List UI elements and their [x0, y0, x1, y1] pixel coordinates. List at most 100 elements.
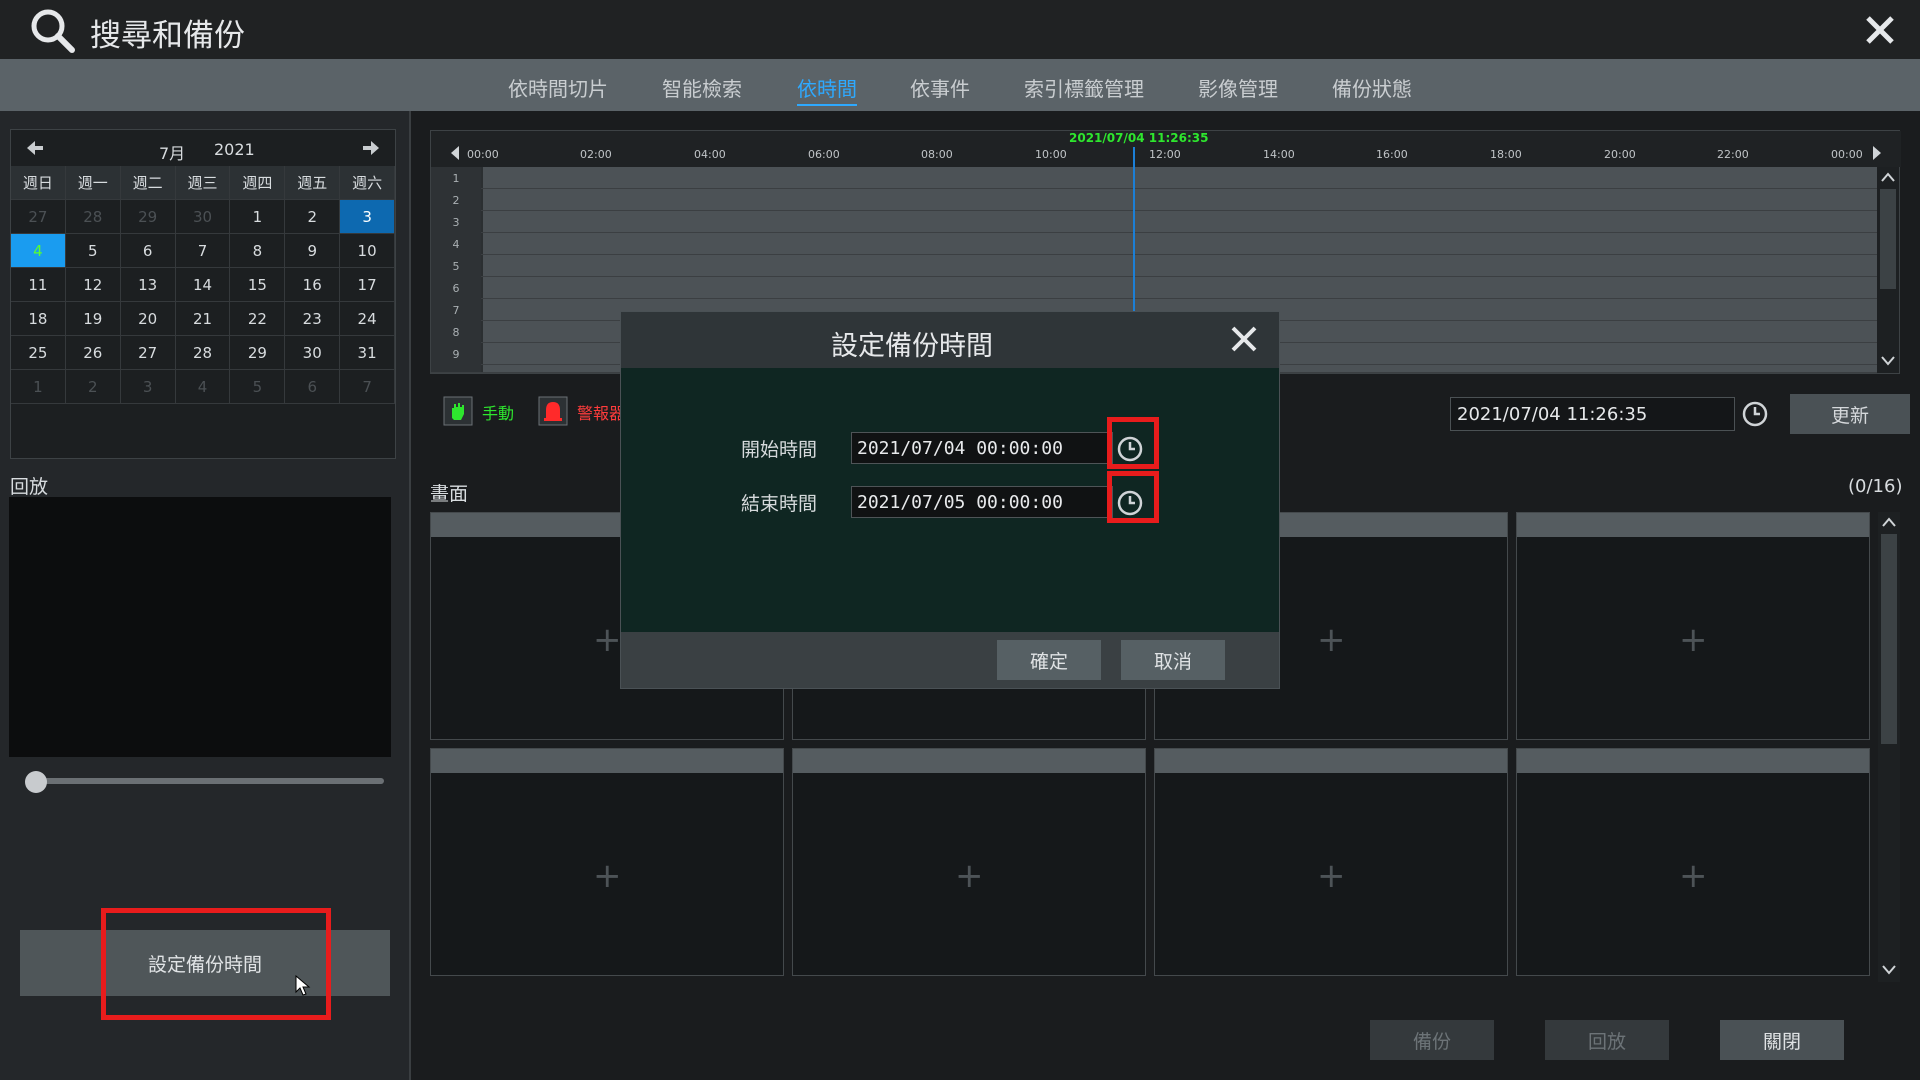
add-icon[interactable]: + [593, 859, 622, 893]
scroll-down-icon[interactable] [1880, 355, 1896, 367]
calendar-day[interactable]: 30 [285, 336, 341, 370]
add-icon[interactable]: + [1679, 623, 1708, 657]
tab-tag-management[interactable]: 索引標籤管理 [1024, 73, 1144, 102]
playback-button[interactable]: 回放 [1545, 1020, 1669, 1060]
clock-icon[interactable] [1740, 399, 1770, 429]
timeline-prev-icon[interactable] [449, 145, 461, 161]
calendar-day[interactable]: 7 [340, 370, 396, 404]
scroll-down-icon[interactable] [1881, 964, 1897, 976]
next-month-icon[interactable] [361, 138, 381, 158]
calendar-day[interactable]: 19 [65, 302, 121, 336]
screen-slot[interactable]: + [792, 748, 1146, 976]
calendar-day[interactable]: 28 [175, 336, 231, 370]
close-button[interactable]: 關閉 [1720, 1020, 1844, 1060]
calendar-day[interactable]: 11 [11, 268, 66, 302]
channel-track[interactable] [483, 189, 1877, 210]
calendar-day[interactable]: 25 [11, 336, 66, 370]
calendar-day[interactable]: 27 [11, 200, 66, 234]
refresh-button[interactable]: 更新 [1790, 394, 1910, 434]
end-time-field[interactable] [851, 486, 1113, 518]
tab-by-event[interactable]: 依事件 [910, 73, 970, 102]
add-icon[interactable]: + [1679, 859, 1708, 893]
calendar-day[interactable]: 2 [285, 200, 341, 234]
calendar-day[interactable]: 27 [120, 336, 176, 370]
calendar-day[interactable]: 28 [65, 200, 121, 234]
alarm-legend-label: 警報器 [577, 404, 626, 423]
playback-slider-handle[interactable] [25, 771, 47, 793]
channel-track[interactable] [483, 167, 1877, 188]
calendar-day[interactable]: 1 [230, 200, 286, 234]
calendar-day[interactable]: 22 [230, 302, 286, 336]
calendar-day[interactable]: 1 [11, 370, 66, 404]
calendar-day[interactable]: 9 [285, 234, 341, 268]
screen-slot[interactable]: + [1154, 748, 1508, 976]
start-time-field[interactable] [851, 432, 1113, 464]
calendar-day[interactable]: 6 [285, 370, 341, 404]
ok-button[interactable]: 確定 [997, 640, 1101, 680]
channel-track[interactable] [483, 277, 1877, 298]
channel-track[interactable] [483, 211, 1877, 232]
calendar-day[interactable]: 17 [340, 268, 396, 302]
datetime-field[interactable] [1450, 397, 1735, 431]
calendar-day[interactable]: 12 [65, 268, 121, 302]
cancel-button[interactable]: 取消 [1121, 640, 1225, 680]
calendar-day[interactable]: 5 [65, 234, 121, 268]
close-icon[interactable] [1862, 12, 1898, 48]
tab-image-management[interactable]: 影像管理 [1198, 73, 1278, 102]
calendar-day[interactable]: 4 [175, 370, 231, 404]
start-clock-icon[interactable] [1115, 434, 1145, 464]
backup-button[interactable]: 備份 [1370, 1020, 1494, 1060]
screens-scrollbar[interactable] [1878, 512, 1900, 982]
scroll-up-icon[interactable] [1881, 516, 1897, 528]
scroll-thumb[interactable] [1881, 534, 1897, 744]
calendar-day[interactable]: 18 [11, 302, 66, 336]
add-icon[interactable]: + [593, 623, 622, 657]
tab-backup-status[interactable]: 備份狀態 [1332, 73, 1412, 102]
screen-header [431, 749, 783, 773]
calendar-day[interactable]: 13 [120, 268, 176, 302]
calendar-day[interactable]: 3 [120, 370, 176, 404]
calendar-day[interactable]: 26 [65, 336, 121, 370]
calendar-day-selected[interactable]: 3 [340, 200, 396, 234]
calendar-day[interactable]: 30 [175, 200, 231, 234]
calendar-day[interactable]: 24 [340, 302, 396, 336]
tab-by-time[interactable]: 依時間 [797, 73, 857, 106]
scroll-thumb[interactable] [1880, 189, 1896, 289]
close-icon[interactable] [1229, 324, 1259, 354]
end-clock-icon[interactable] [1115, 488, 1145, 518]
add-icon[interactable]: + [1317, 623, 1346, 657]
channel-number: 10 [431, 365, 481, 372]
calendar-day[interactable]: 23 [285, 302, 341, 336]
screen-slot[interactable]: + [1516, 512, 1870, 740]
scroll-up-icon[interactable] [1880, 171, 1896, 183]
tab-smart-search[interactable]: 智能檢索 [662, 73, 742, 102]
calendar-day[interactable]: 31 [340, 336, 396, 370]
calendar-day[interactable]: 29 [120, 200, 176, 234]
playback-slider-track[interactable] [28, 778, 384, 784]
timeline-scrollbar[interactable] [1877, 167, 1899, 373]
calendar-day-current[interactable]: 4 [11, 234, 66, 268]
prev-month-icon[interactable] [25, 138, 45, 158]
add-icon[interactable]: + [1317, 859, 1346, 893]
calendar-day[interactable]: 20 [120, 302, 176, 336]
calendar-day[interactable]: 5 [230, 370, 286, 404]
calendar-day[interactable]: 21 [175, 302, 231, 336]
window-title: 搜尋和備份 [90, 18, 245, 54]
set-backup-time-button[interactable]: 設定備份時間 [20, 930, 390, 996]
tab-time-slice[interactable]: 依時間切片 [508, 73, 608, 102]
calendar-day[interactable]: 16 [285, 268, 341, 302]
calendar-day[interactable]: 29 [230, 336, 286, 370]
calendar-day[interactable]: 15 [230, 268, 286, 302]
add-icon[interactable]: + [955, 859, 984, 893]
screen-slot[interactable]: + [1516, 748, 1870, 976]
calendar-day[interactable]: 2 [65, 370, 121, 404]
timeline-next-icon[interactable] [1871, 145, 1883, 161]
calendar-day[interactable]: 8 [230, 234, 286, 268]
calendar-day[interactable]: 14 [175, 268, 231, 302]
screen-slot[interactable]: + [430, 748, 784, 976]
calendar-day[interactable]: 6 [120, 234, 176, 268]
channel-track[interactable] [483, 233, 1877, 254]
calendar-day[interactable]: 10 [340, 234, 396, 268]
calendar-day[interactable]: 7 [175, 234, 231, 268]
channel-track[interactable] [483, 255, 1877, 276]
